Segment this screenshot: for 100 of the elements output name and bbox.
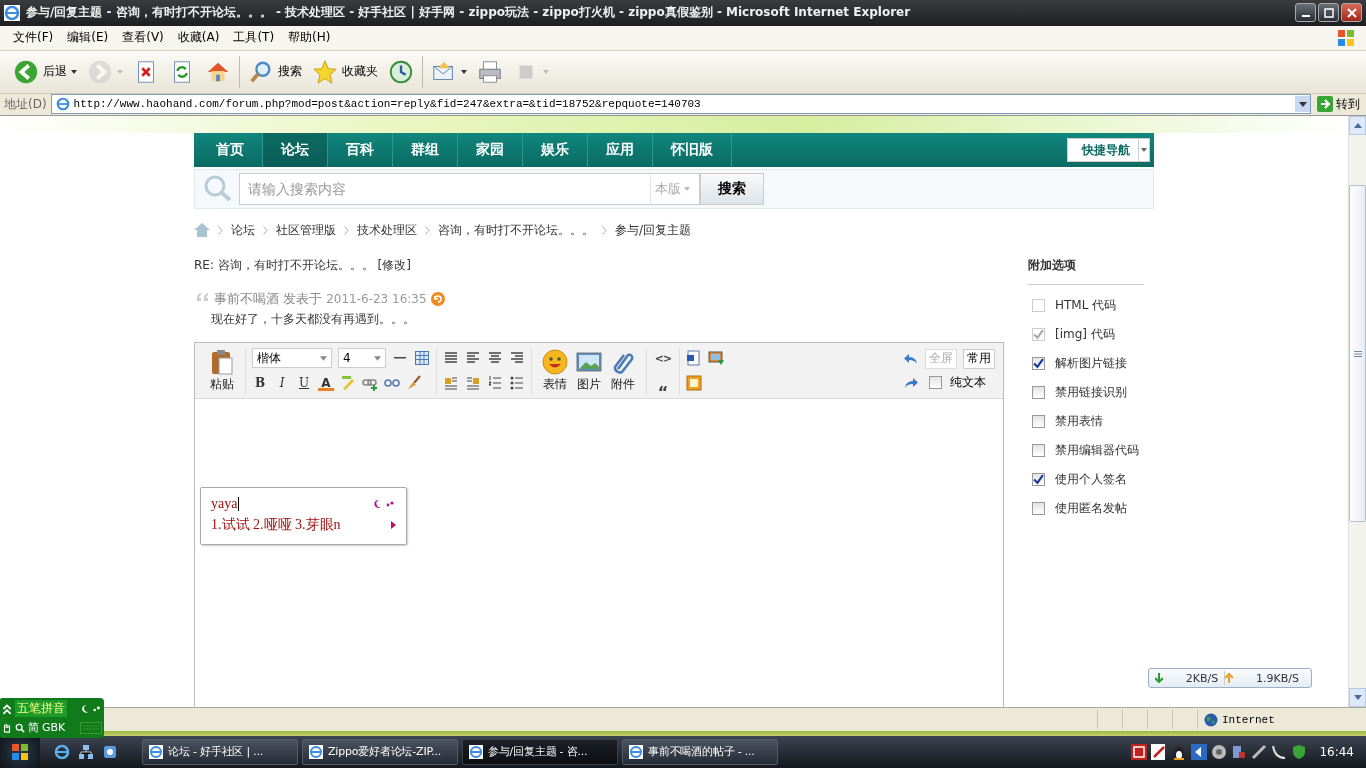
hand-icon[interactable] [2,721,12,734]
plain-text-checkbox[interactable] [929,376,942,390]
insert-button[interactable]: 表情 [538,348,572,393]
common-mode-button[interactable]: 常用 [963,348,995,369]
breadcrumb-link[interactable]: 论坛 [231,221,255,239]
browser-icon [628,744,644,760]
option-checkbox[interactable] [1032,473,1045,487]
quote-button[interactable]: “ [653,383,673,400]
format-button[interactable]: B [252,375,268,392]
marker-icon[interactable] [340,375,356,392]
font-dropdown[interactable]: 楷体 [252,348,332,369]
menu-item[interactable]: 编辑(E) [60,29,116,47]
insert-button[interactable]: 图片 [572,348,606,393]
up-arrow-icon [1225,673,1234,684]
format-button[interactable]: I [274,375,290,392]
nav-tab[interactable]: 论坛 [263,133,328,168]
float-right-icon[interactable] [465,375,481,392]
breadcrumb-link[interactable]: 技术处理区 [357,221,417,239]
clipboard-icon [209,348,235,375]
picture-icon[interactable] [708,350,724,367]
shield-icon[interactable] [1291,744,1308,760]
paste-button[interactable]: 粘贴 [205,348,239,393]
nav-tab[interactable]: 应用 [588,133,653,168]
taskbar-button[interactable]: Zippo爱好者论坛-ZIP... [302,739,458,765]
insert-button[interactable]: 附件 [606,348,640,393]
size-dropdown[interactable]: 4 [338,348,386,369]
nav-tab[interactable]: 百科 [328,133,393,168]
taskbar-button[interactable]: 论坛 - 好手社区 | ... [142,739,298,765]
brush-icon[interactable] [406,375,422,392]
quote-text: 现在好了，十多天都没有再遇到。。。 [211,311,416,329]
collapse-icon[interactable] [2,702,12,715]
next-page-icon[interactable] [391,521,396,530]
ime-candidates[interactable]: 1.试试 2.哑哑 3.芽眼n [211,516,341,535]
go-button[interactable]: 转到 [1315,95,1362,113]
edit-link[interactable]: [修改] [377,258,411,273]
quick-nav-button[interactable]: 快捷导航 [1067,138,1150,163]
scroll-down-icon[interactable] [1353,695,1362,701]
menu-item[interactable]: 帮助(H) [281,29,338,47]
ime-charset[interactable]: GBK [42,721,66,734]
caret-icon [684,187,690,192]
menu-item[interactable]: 文件(F) [6,29,61,47]
numbered-list-icon[interactable] [487,375,503,392]
search-input[interactable]: 请输入搜索内容 [240,175,650,204]
nav-tab[interactable]: 怀旧版 [653,133,732,168]
breadcrumb-link[interactable]: 咨询，有时打不开论坛。。。 [438,221,594,239]
table-icon[interactable] [414,350,430,367]
code-button[interactable]: <> [653,350,673,367]
nav-tab[interactable]: 娱乐 [523,133,588,168]
caret-icon[interactable] [1298,101,1307,107]
network-icon[interactable] [78,744,94,760]
chevron-icon [263,225,268,235]
browser-icon[interactable] [54,744,70,760]
grip-icon[interactable] [1353,350,1362,357]
taskbar-button[interactable]: 事前不喝酒的帖子 - ... [622,739,778,765]
option-label: 禁用编辑器代码 [1055,442,1139,460]
option-checkbox[interactable] [1032,357,1045,371]
jump-icon[interactable] [430,292,445,307]
format-button[interactable]: A [318,375,334,391]
option-checkbox[interactable] [1032,444,1045,458]
address-label: 地址(D) [4,95,47,113]
breadcrumb-link[interactable]: 社区管理版 [276,221,336,239]
maximize-button[interactable] [1318,3,1339,23]
option-checkbox[interactable] [1032,415,1045,429]
tray-icon[interactable] [1131,744,1148,760]
breadcrumb-link[interactable]: 参与/回复主题 [615,221,692,239]
tray-icon[interactable] [1211,744,1228,760]
frame-icon[interactable] [686,375,702,392]
check-icon [1033,358,1044,370]
option-checkbox[interactable] [1032,386,1045,400]
browser-icon [4,4,20,21]
minimize-button[interactable] [1295,3,1316,23]
globe-icon [1204,712,1218,727]
toolbar-button[interactable]: 收藏夹 [307,53,383,90]
clock: 16:44 [1319,745,1354,759]
format-button[interactable]: U [296,375,312,392]
ime-mode[interactable]: 简 [28,720,39,735]
pencil-icon[interactable] [1151,744,1168,760]
nav-tab[interactable]: 家园 [458,133,523,168]
scroll-up-icon[interactable] [1353,123,1362,129]
moon-icon[interactable] [80,703,102,714]
menu-item[interactable]: 工具(T) [226,29,282,47]
window-title: 参与/回复主题 - 咨询，有时打不开论坛。。。 - 技术处理区 - 好手社区 | 好手网 - zippo玩法 - zippo打火机 - zippo真假鉴别 - Microsoft Internet Explorer [26,4,912,22]
address-field[interactable]: http://www.haohand.com/forum.php?mod=post&action=reply&fid=247&extra=&tid=18752&repquote=140703 [50,94,1311,115]
toolbar-button[interactable]: 搜索 [243,53,307,90]
vertical-scrollbar[interactable] [1348,116,1366,708]
menu-item[interactable]: 查看(V) [115,29,171,47]
tray-icon[interactable] [1191,744,1208,760]
close-button[interactable] [1341,3,1362,23]
bullet-list-icon[interactable] [509,375,525,392]
tray-icon[interactable] [1251,744,1268,760]
search-icon[interactable] [15,721,25,734]
toolbar-button[interactable]: 后退 [8,53,82,90]
nav-tab[interactable]: 群组 [393,133,458,168]
taskbar-button[interactable]: 参与/回复主题 - 咨... [462,739,618,765]
tray-icon[interactable] [1271,744,1288,760]
float-left-icon[interactable] [443,375,459,392]
menu-item[interactable]: 收藏(A) [170,29,227,47]
search-button[interactable]: 搜索 [700,173,764,206]
moon-icon [372,499,396,510]
option-checkbox[interactable] [1032,502,1045,516]
